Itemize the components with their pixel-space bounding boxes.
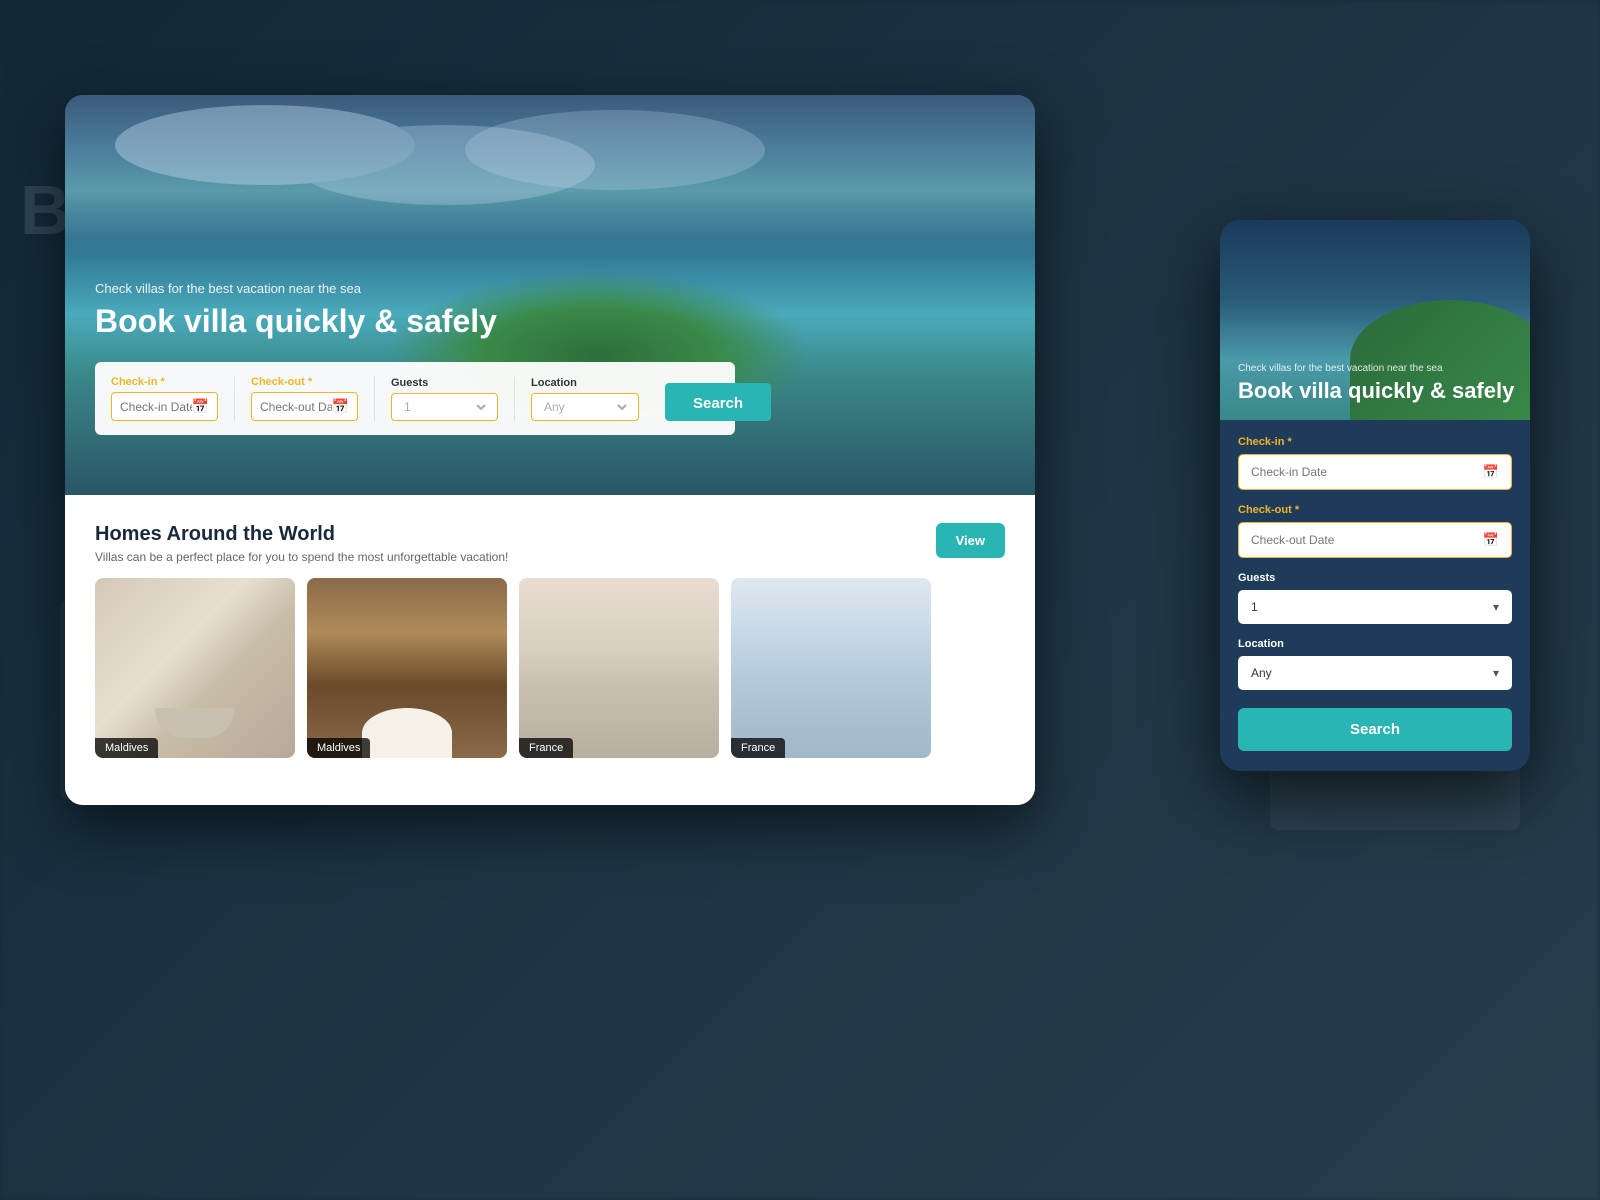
hero-content: Check villas for the best vacation near …: [95, 281, 735, 435]
mobile-guests-select[interactable]: 1 2 3 4+: [1251, 600, 1493, 614]
property-card[interactable]: Maldives: [307, 578, 507, 758]
chevron-down-icon-2: ▾: [1493, 666, 1499, 680]
guests-select[interactable]: 1 2 3 4+: [400, 399, 489, 415]
mobile-checkin-label: Check-in *: [1238, 436, 1512, 448]
mobile-guests-wrap[interactable]: 1 2 3 4+ ▾: [1238, 590, 1512, 624]
property-image-bathroom: [95, 578, 295, 758]
mobile-checkin-wrap[interactable]: 📅: [1238, 454, 1512, 490]
section-title: Homes Around the World: [95, 523, 508, 546]
mobile-search-button[interactable]: Search: [1238, 708, 1512, 751]
mobile-calendar-icon: 📅: [1483, 464, 1499, 480]
calendar-icon-2: 📅: [332, 398, 349, 415]
mobile-tagline: Check villas for the best vacation near …: [1238, 363, 1514, 374]
property-card[interactable]: France: [519, 578, 719, 758]
mobile-hero-content: Check villas for the best vacation near …: [1238, 363, 1514, 404]
mobile-location-wrap[interactable]: Any Maldives France Trance ▾: [1238, 656, 1512, 690]
mobile-checkout-label: Check-out *: [1238, 504, 1512, 516]
section-header: Homes Around the World Villas can be a p…: [95, 523, 1005, 564]
location-select[interactable]: Any Maldives France Trance: [540, 399, 630, 415]
mobile-checkout-wrap[interactable]: 📅: [1238, 522, 1512, 558]
checkin-label: Check-in *: [111, 376, 218, 388]
checkin-input-wrap[interactable]: 📅: [111, 392, 218, 421]
property-location-label: France: [731, 738, 785, 758]
checkin-field: Check-in * 📅: [95, 376, 235, 421]
calendar-icon: 📅: [192, 398, 209, 415]
guests-select-wrap[interactable]: 1 2 3 4+: [391, 393, 498, 421]
bottom-section: Homes Around the World Villas can be a p…: [65, 495, 1035, 805]
mobile-card: Check villas for the best vacation near …: [1220, 220, 1530, 771]
property-card[interactable]: France: [731, 578, 931, 758]
location-field: Location Any Maldives France Trance: [515, 377, 655, 421]
mobile-location-label: Location: [1238, 638, 1512, 650]
mobile-title: Book villa quickly & safely: [1238, 378, 1514, 404]
mobile-checkin-input[interactable]: [1251, 465, 1483, 479]
property-location-label: Maldives: [307, 738, 370, 758]
location-select-wrap[interactable]: Any Maldives France Trance: [531, 393, 639, 421]
search-bar: Check-in * 📅 Check-out * 📅: [95, 362, 735, 435]
checkout-field: Check-out * 📅: [235, 376, 375, 421]
checkout-input[interactable]: [260, 400, 332, 414]
location-label: Location: [531, 377, 639, 389]
property-card[interactable]: Maldives: [95, 578, 295, 758]
mobile-location-select[interactable]: Any Maldives France Trance: [1251, 666, 1493, 680]
property-location-label: France: [519, 738, 573, 758]
section-info: Homes Around the World Villas can be a p…: [95, 523, 508, 564]
hero-title: Book villa quickly & safely: [95, 302, 735, 340]
hero-tagline: Check villas for the best vacation near …: [95, 281, 735, 296]
property-image-living: [519, 578, 719, 758]
mobile-hero-section: Check villas for the best vacation near …: [1220, 220, 1530, 420]
mobile-form: Check-in * 📅 Check-out * 📅 Guests 1: [1220, 420, 1530, 771]
property-image-outdoor: [307, 578, 507, 758]
search-button-hero[interactable]: Search: [665, 383, 771, 421]
browser-window: Check villas for the best vacation near …: [65, 95, 1035, 805]
guests-field: Guests 1 2 3 4+: [375, 377, 515, 421]
checkout-label: Check-out *: [251, 376, 358, 388]
chevron-down-icon: ▾: [1493, 600, 1499, 614]
mobile-location-group: Location Any Maldives France Trance ▾: [1238, 638, 1512, 690]
guests-label: Guests: [391, 377, 498, 389]
mobile-checkout-group: Check-out * 📅: [1238, 504, 1512, 558]
property-location-label: Maldives: [95, 738, 158, 758]
mobile-checkout-input[interactable]: [1251, 533, 1483, 547]
property-grid: Maldives Maldives France France: [95, 578, 1005, 758]
section-subtitle: Villas can be a perfect place for you to…: [95, 550, 508, 564]
mobile-guests-label: Guests: [1238, 572, 1512, 584]
mobile-calendar-icon-2: 📅: [1483, 532, 1499, 548]
checkin-input[interactable]: [120, 400, 192, 414]
checkout-input-wrap[interactable]: 📅: [251, 392, 358, 421]
mobile-checkin-group: Check-in * 📅: [1238, 436, 1512, 490]
property-image-bedroom: [731, 578, 931, 758]
mobile-guests-group: Guests 1 2 3 4+ ▾: [1238, 572, 1512, 624]
view-all-button[interactable]: View: [936, 523, 1005, 558]
hero-section: Check villas for the best vacation near …: [65, 95, 1035, 495]
